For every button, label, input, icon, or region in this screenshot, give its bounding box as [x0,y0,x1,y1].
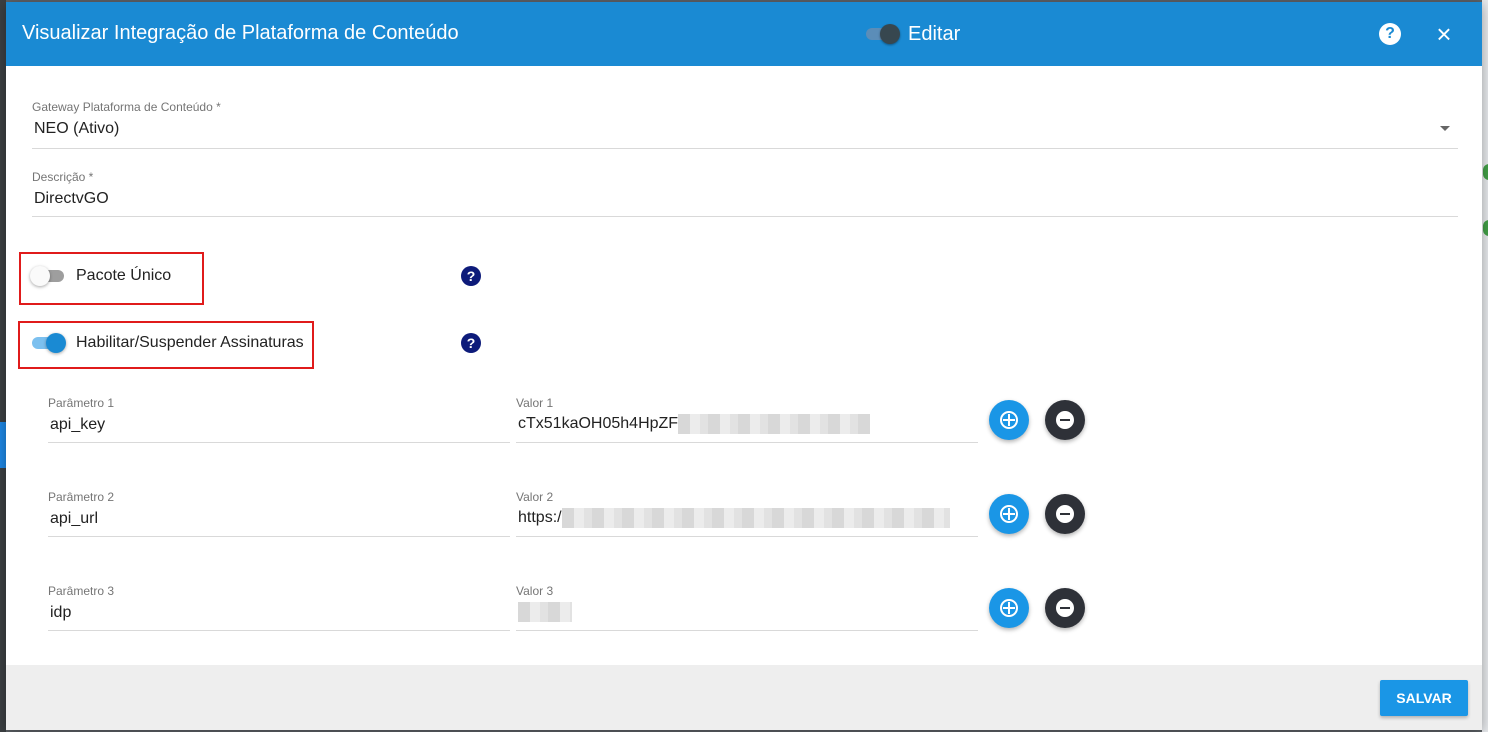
param-3-field[interactable]: Parâmetro 3 idp [48,584,510,631]
gateway-select[interactable]: Gateway Plataforma de Conteúdo * NEO (At… [32,100,1458,149]
chevron-down-icon [1440,126,1450,131]
minus-bar [1060,607,1070,609]
param-3-label: Parâmetro 3 [48,584,115,598]
remove-param-button[interactable] [1045,494,1085,534]
toggle-knob [46,333,66,353]
param-2-field[interactable]: Parâmetro 2 api_url [48,490,510,537]
value-1-field[interactable]: Valor 1 cTx51kaOH05h4HpZF [516,396,978,443]
value-3-field[interactable]: Valor 3 [516,584,978,631]
dialog-title: Visualizar Integração de Plataforma de C… [22,22,459,44]
add-param-button[interactable] [989,400,1029,440]
edit-toggle[interactable] [864,24,900,44]
backdrop-right [1482,0,1488,732]
edit-toggle-group: Editar [864,20,960,48]
value-3-label: Valor 3 [516,584,554,598]
value-1-visible: cTx51kaOH05h4HpZF [518,415,679,432]
description-label: Descrição * [32,170,94,184]
param-3-value: idp [50,604,72,621]
param-2-label: Parâmetro 2 [48,490,115,504]
value-1-content: cTx51kaOH05h4HpZF [518,414,871,434]
remove-param-button[interactable] [1045,588,1085,628]
description-field[interactable]: Descrição * DirectvGO [32,170,1458,217]
habilitar-suspender-toggle[interactable] [30,333,66,353]
gateway-label: Gateway Plataforma de Conteúdo * [32,100,221,114]
description-value: DirectvGO [34,190,109,207]
gateway-value: NEO (Ativo) [34,120,120,137]
save-button[interactable]: SALVAR [1380,680,1468,716]
value-2-field[interactable]: Valor 2 https:/ [516,490,978,537]
dialog-footer: SALVAR [6,665,1482,730]
value-1-label: Valor 1 [516,396,554,410]
value-2-content: https:/ [518,508,950,528]
redacted-value [518,602,572,622]
redacted-value [561,508,950,528]
pacote-unico-row: Pacote Único [30,266,171,286]
dialog-header: Visualizar Integração de Plataforma de C… [6,2,1482,66]
minus-bar [1060,513,1070,515]
habilitar-suspender-label: Habilitar/Suspender Assinaturas [76,334,304,351]
add-param-button[interactable] [989,494,1029,534]
toggle-knob [30,266,50,286]
edit-label: Editar [908,22,961,45]
plus-bar [1008,602,1010,614]
help-icon[interactable]: ? [461,333,481,353]
status-dot [1483,220,1488,236]
pacote-unico-label: Pacote Único [76,267,172,284]
value-2-label: Valor 2 [516,490,554,504]
param-2-value: api_url [50,510,99,527]
value-2-visible: https:/ [518,509,562,526]
param-1-value: api_key [50,416,106,433]
help-icon[interactable]: ? [1379,23,1401,45]
redacted-value [678,414,871,434]
minus-bar [1060,419,1070,421]
plus-bar [1008,414,1010,426]
close-icon[interactable]: × [1432,20,1456,48]
status-dot [1483,164,1488,180]
integration-dialog: Visualizar Integração de Plataforma de C… [6,2,1482,730]
param-1-field[interactable]: Parâmetro 1 api_key [48,396,510,443]
value-3-content [518,602,572,622]
remove-param-button[interactable] [1045,400,1085,440]
param-1-label: Parâmetro 1 [48,396,115,410]
pacote-unico-toggle[interactable] [30,266,66,286]
habilitar-row: Habilitar/Suspender Assinaturas [30,333,304,353]
help-icon[interactable]: ? [461,266,481,286]
add-param-button[interactable] [989,588,1029,628]
edit-toggle-knob [880,24,900,44]
plus-bar [1008,508,1010,520]
